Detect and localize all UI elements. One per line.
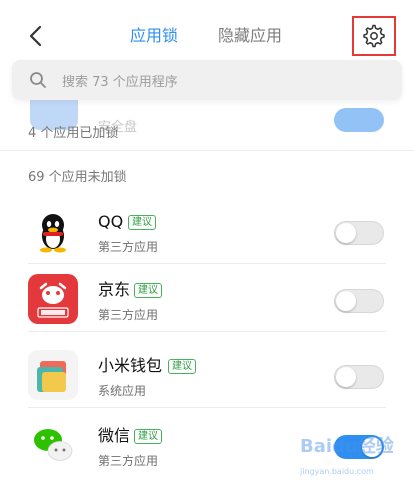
watermark-text: Baidu经验 [300, 436, 394, 457]
row-divider [28, 407, 386, 408]
gear-icon [363, 24, 385, 48]
watermark-logo: Baidu经验 jingyan.baidu.com [300, 432, 400, 476]
app-type: 第三方应用 [98, 454, 159, 468]
search-icon [30, 72, 46, 88]
suggest-badge: 建议 [168, 359, 196, 374]
app-name: 微信 [98, 426, 131, 445]
unlocked-section-header: 69 个应用未加锁 [0, 150, 414, 195]
search-placeholder: 搜索 73 个应用程序 [62, 74, 178, 90]
row-divider [28, 331, 386, 332]
locked-count-label: 4 个应用已加锁 [28, 126, 119, 141]
lock-toggle[interactable] [334, 289, 384, 313]
settings-button[interactable] [352, 16, 396, 56]
suggest-badge: 建议 [134, 283, 162, 298]
list-item-mi-wallet[interactable]: 小米钱包 建议 系统应用 [0, 340, 414, 408]
back-arrow-icon[interactable] [22, 22, 50, 50]
tab-app-lock[interactable]: 应用锁 [130, 26, 178, 46]
tab-hidden-apps[interactable]: 隐藏应用 [218, 26, 282, 46]
app-type: 第三方应用 [98, 240, 159, 254]
watermark-url: jingyan.baidu.com [300, 467, 374, 476]
wechat-icon [28, 420, 78, 470]
mi-wallet-icon [28, 350, 78, 400]
lock-toggle[interactable] [334, 365, 384, 389]
app-name: QQ [98, 212, 124, 231]
suggest-badge: 建议 [128, 215, 156, 230]
list-item-jd[interactable]: 京东 建议 第三方应用 [0, 264, 414, 332]
qq-icon [28, 206, 78, 256]
app-type: 第三方应用 [98, 308, 159, 322]
list-item-qq[interactable]: QQ 建议 第三方应用 [0, 196, 414, 264]
suggest-badge: 建议 [134, 429, 162, 444]
app-type: 系统应用 [98, 384, 147, 398]
lock-toggle[interactable] [334, 221, 384, 245]
jd-icon [28, 274, 78, 324]
app-name: 京东 [98, 280, 131, 299]
app-name: 小米钱包 [98, 356, 163, 375]
unlocked-count-label: 69 个应用未加锁 [28, 170, 127, 185]
search-input[interactable]: 搜索 73 个应用程序 [12, 60, 402, 100]
lock-toggle[interactable] [334, 108, 384, 132]
